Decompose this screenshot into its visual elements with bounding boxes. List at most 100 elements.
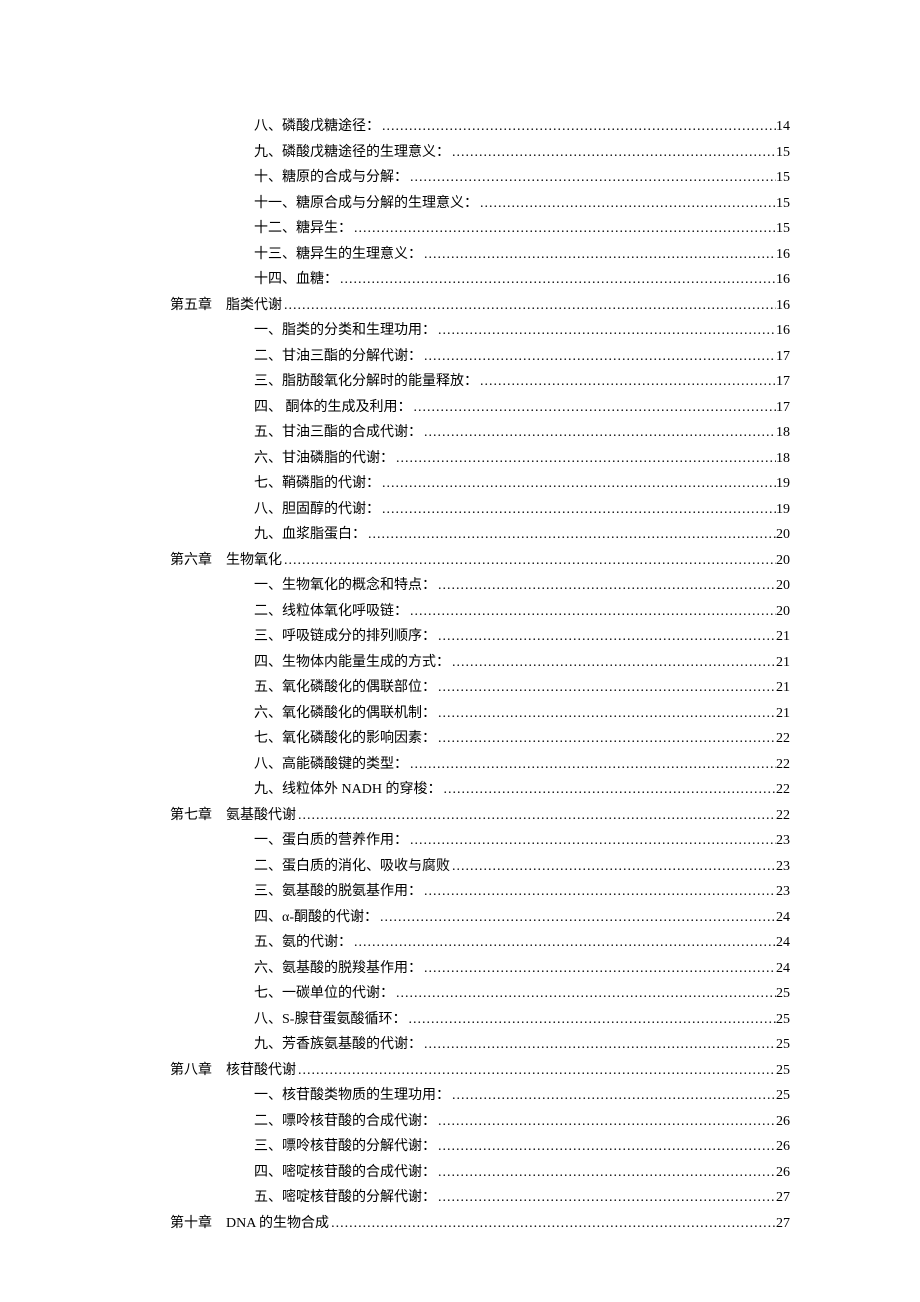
toc-entry: 二、线粒体氧化呼吸链：20 [170,605,790,619]
toc-label: 八、S-腺苷蛋氨酸循环： [254,1013,406,1027]
toc-dots [436,732,776,746]
toc-entry: 三、嘌呤核苷酸的分解代谢： 26 [170,1140,790,1154]
toc-dots [282,299,776,313]
toc-label: 九、线粒体外 NADH 的穿梭： [254,783,441,797]
toc-dots [380,120,776,134]
toc-page-number: 15 [776,146,790,160]
toc-page-number: 26 [776,1115,790,1129]
toc-page-number: 15 [776,222,790,236]
toc-dots [412,401,777,415]
toc-label: 一、脂类的分类和生理功用： [254,324,436,338]
toc-page-number: 23 [776,860,790,874]
toc-page-number: 24 [776,911,790,925]
toc-page-number: 23 [776,834,790,848]
toc-entry: 二、嘌呤核苷酸的合成代谢： 26 [170,1115,790,1129]
toc-entry: 一、核苷酸类物质的生理功用： 25 [170,1089,790,1103]
toc-page-number: 22 [776,758,790,772]
toc-dots [436,681,776,695]
toc-label: 第十章 DNA 的生物合成 [170,1217,329,1231]
toc-label: 三、嘌呤核苷酸的分解代谢： [254,1140,436,1154]
toc-page-number: 15 [776,197,790,211]
toc-dots [408,834,776,848]
toc-entry: 一、脂类的分类和生理功用：16 [170,324,790,338]
toc-entry: 一、生物氧化的概念和特点：20 [170,579,790,593]
toc-entry: 四、 酮体的生成及利用：17 [170,401,790,415]
toc-dots [478,375,776,389]
toc-dots [408,171,776,185]
toc-page-number: 19 [776,477,790,491]
toc-dots [436,324,776,338]
toc-dots [352,222,776,236]
toc-label: 五、甘油三酯的合成代谢： [254,426,422,440]
toc-page-number: 25 [776,1064,790,1078]
toc-page-number: 25 [776,1038,790,1052]
toc-dots [366,528,776,542]
toc-label: 八、高能磷酸键的类型： [254,758,408,772]
toc-entry: 一、蛋白质的营养作用：23 [170,834,790,848]
toc-entry: 三、脂肪酸氧化分解时的能量释放：17 [170,375,790,389]
toc-dots [338,273,776,287]
toc-label: 十三、糖异生的生理意义： [254,248,422,262]
toc-page-number: 25 [776,1013,790,1027]
toc-page-number: 24 [776,936,790,950]
toc-page-number: 26 [776,1140,790,1154]
toc-label: 八、磷酸戊糖途径： [254,120,380,134]
toc-entry: 三、呼吸链成分的排列顺序：21 [170,630,790,644]
toc-page-number: 16 [776,273,790,287]
toc-dots [436,1115,776,1129]
toc-entry: 第六章 生物氧化 20 [170,554,790,568]
toc-dots [436,1140,776,1154]
toc-label: 四、α-酮酸的代谢： [254,911,378,925]
toc-dots [436,1166,776,1180]
toc-page-number: 17 [776,350,790,364]
toc-page-number: 19 [776,503,790,517]
toc-label: 二、嘌呤核苷酸的合成代谢： [254,1115,436,1129]
toc-page-number: 24 [776,962,790,976]
toc-label: 六、氨基酸的脱羧基作用： [254,962,422,976]
toc-entry: 七、氧化磷酸化的影响因素：22 [170,732,790,746]
toc-dots [329,1217,776,1231]
toc-page-number: 23 [776,885,790,899]
toc-page-number: 20 [776,554,790,568]
toc-label: 八、胆固醇的代谢： [254,503,380,517]
toc-dots [380,503,776,517]
toc-page-number: 17 [776,401,790,415]
toc-label: 第八章 核苷酸代谢 [170,1064,296,1078]
toc-dots [296,1064,776,1078]
toc-label: 七、鞘磷脂的代谢： [254,477,380,491]
toc-label: 六、氧化磷酸化的偶联机制： [254,707,436,721]
toc-page-number: 25 [776,987,790,1001]
toc-dots [436,579,776,593]
toc-entry: 五、氨的代谢： 24 [170,936,790,950]
toc-entry: 二、甘油三酯的分解代谢：17 [170,350,790,364]
toc-entry: 七、鞘磷脂的代谢： 19 [170,477,790,491]
toc-label: 二、线粒体氧化呼吸链： [254,605,408,619]
toc-label: 九、磷酸戊糖途径的生理意义： [254,146,450,160]
toc-label: 十二、糖异生： [254,222,352,236]
toc-entry: 九、磷酸戊糖途径的生理意义： 15 [170,146,790,160]
toc-dots [450,860,776,874]
toc-dots [436,1191,776,1205]
toc-label: 十、糖原的合成与分解： [254,171,408,185]
toc-dots [478,197,776,211]
toc-page-number: 16 [776,299,790,313]
toc-dots [422,1038,776,1052]
toc-label: 第六章 生物氧化 [170,554,282,568]
toc-entry: 十三、糖异生的生理意义： 16 [170,248,790,262]
toc-page-number: 18 [776,452,790,466]
toc-dots [422,248,776,262]
toc-dots [450,1089,776,1103]
toc-entry: 第八章 核苷酸代谢 25 [170,1064,790,1078]
toc-entry: 六、甘油磷脂的代谢：18 [170,452,790,466]
toc-dots [406,1013,776,1027]
toc-page-number: 16 [776,248,790,262]
toc-dots [282,554,776,568]
toc-page-number: 25 [776,1089,790,1103]
toc-entry: 十一、糖原合成与分解的生理意义：15 [170,197,790,211]
toc-entry: 八、磷酸戊糖途径：14 [170,120,790,134]
toc-page-number: 26 [776,1166,790,1180]
toc-label: 七、一碳单位的代谢： [254,987,394,1001]
toc-page-number: 20 [776,528,790,542]
toc-label: 五、氨的代谢： [254,936,352,950]
toc-label: 一、核苷酸类物质的生理功用： [254,1089,450,1103]
